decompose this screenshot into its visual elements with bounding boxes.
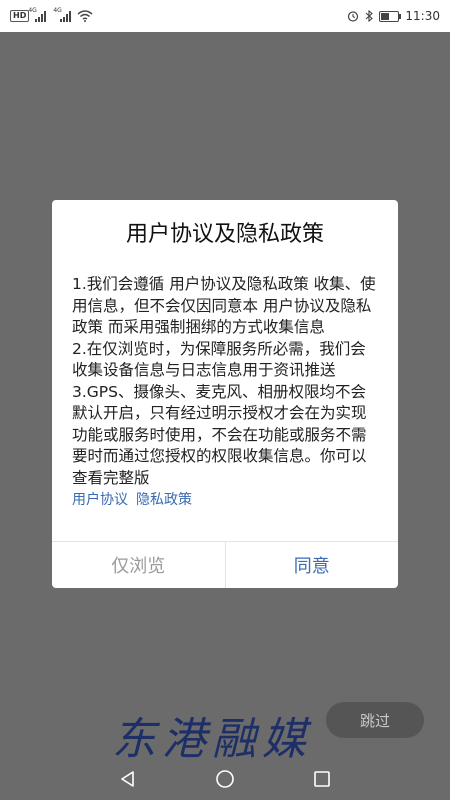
alarm-icon xyxy=(348,11,359,22)
network-type-label: 4G xyxy=(53,6,62,14)
status-left: HD 4G 4G xyxy=(10,7,93,22)
battery-icon xyxy=(379,10,402,22)
navigation-bar xyxy=(0,758,450,800)
network-type-label: 4G xyxy=(28,6,37,14)
privacy-dialog: 用户协议及隐私政策 1.我们会遵循 用户协议及隐私政策 收集、使用信息，但不会仅… xyxy=(52,200,398,588)
battery-level xyxy=(381,12,390,20)
hd-icon: HD xyxy=(10,10,30,22)
policy-paragraph: 1.我们会遵循 用户协议及隐私政策 收集、使用信息，但不会仅因同意本 用户协议及… xyxy=(72,275,376,336)
back-button[interactable] xyxy=(108,759,148,799)
user-agreement-link[interactable]: 用户协议 xyxy=(72,490,128,512)
policy-paragraph: 2.在仅浏览时，为保障服务所必需，我们会收集设备信息与日志信息用于资讯推送 xyxy=(72,339,366,380)
agree-button[interactable]: 同意 xyxy=(226,542,399,588)
status-time: 11:30 xyxy=(405,9,440,23)
browse-only-button[interactable]: 仅浏览 xyxy=(52,542,226,588)
home-button[interactable] xyxy=(205,759,245,799)
status-bar: HD 4G 4G 11:30 xyxy=(0,0,450,32)
dialog-title: 用户协议及隐私政策 xyxy=(125,222,324,247)
signal-icon: 4G xyxy=(53,7,72,22)
back-icon xyxy=(121,771,135,787)
dialog-body: 1.我们会遵循 用户协议及隐私政策 收集、使用信息，但不会仅因同意本 用户协议及… xyxy=(52,252,398,512)
recents-icon xyxy=(313,771,330,787)
skip-button[interactable]: 跳过 xyxy=(326,702,424,738)
home-icon xyxy=(216,770,234,788)
policy-paragraph: 3.GPS、摄像头、麦克风、相册权限均不会默认开启，只有经过明示授权才会在为实现… xyxy=(72,382,367,487)
signal-icon: 4G xyxy=(28,7,47,22)
dialog-buttons: 仅浏览 同意 xyxy=(52,541,398,588)
bluetooth-icon xyxy=(366,10,374,22)
status-right: 11:30 xyxy=(347,9,440,23)
policy-links: 用户协议 隐私政策 xyxy=(72,490,378,512)
recents-button[interactable] xyxy=(302,759,342,799)
privacy-policy-link[interactable]: 隐私政策 xyxy=(136,490,192,512)
wifi-icon xyxy=(77,10,93,22)
